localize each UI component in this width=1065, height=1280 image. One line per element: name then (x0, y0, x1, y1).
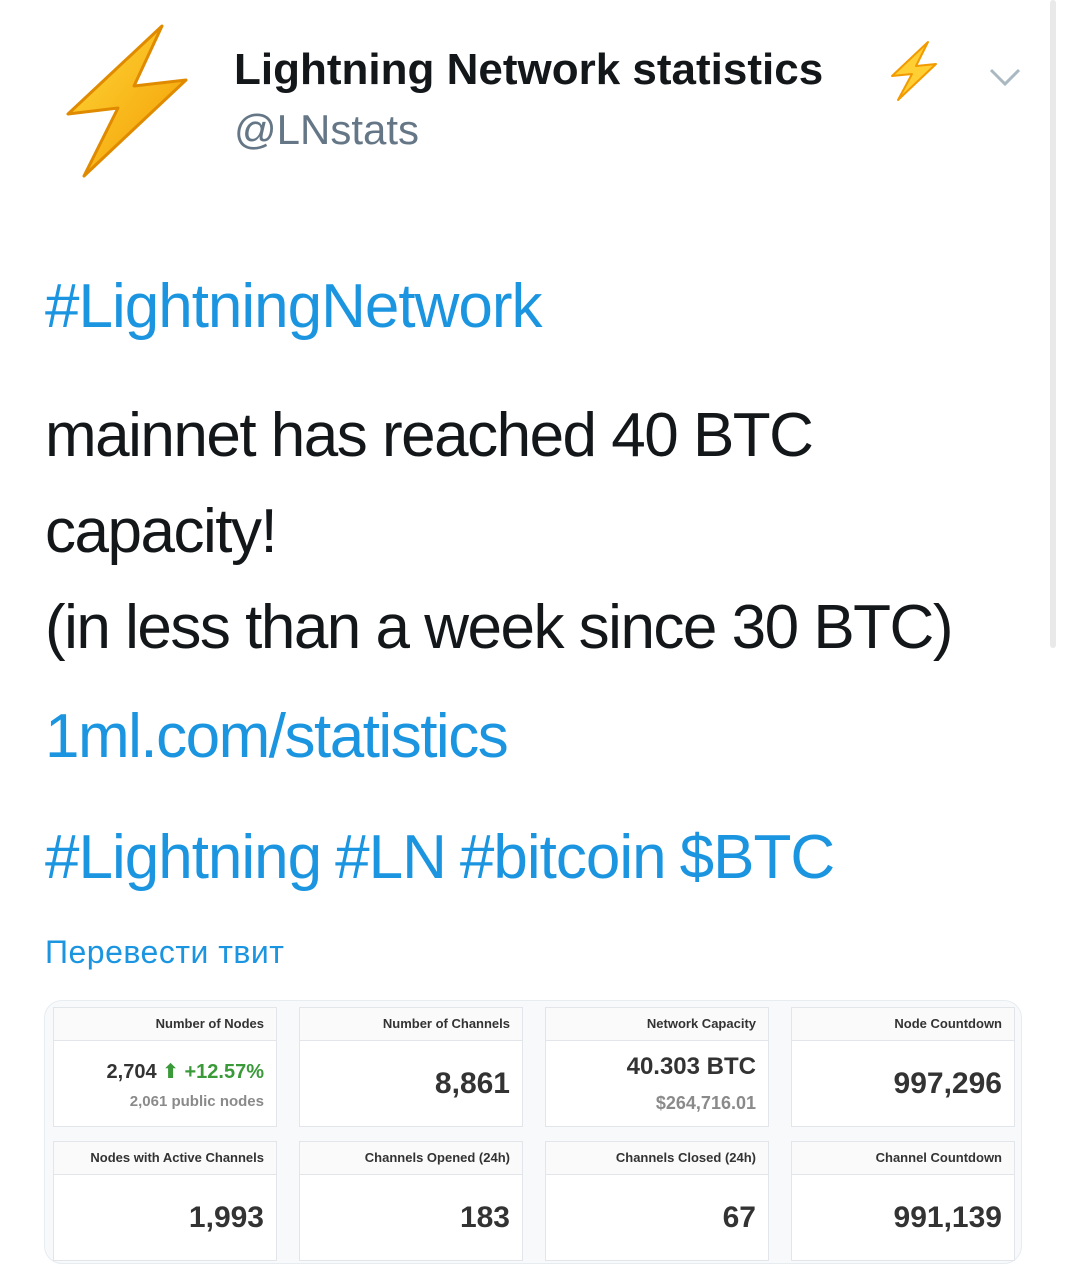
stat-value: 2,704 ⬆ +12.57% (107, 1059, 264, 1084)
stat-panel-channels: Number of Channels 8,861 (299, 1007, 523, 1127)
nodes-change: +12.57% (184, 1061, 264, 1083)
stat-value: 1,993 (188, 1201, 264, 1234)
stat-header: Network Capacity (546, 1008, 768, 1041)
stat-panel-node-countdown: Node Countdown 997,296 (791, 1007, 1015, 1127)
stat-header: Channel Countdown (792, 1142, 1014, 1175)
stat-header: Number of Nodes (54, 1008, 276, 1041)
stat-value: 997,296 (893, 1067, 1002, 1100)
stat-value: 67 (722, 1201, 756, 1234)
stat-panel-opened: Channels Opened (24h) 183 (299, 1141, 523, 1261)
stat-header: Number of Channels (300, 1008, 522, 1041)
stat-panel-active-nodes: Nodes with Active Channels 1,993 (53, 1141, 277, 1261)
scrollbar[interactable] (1050, 0, 1056, 648)
hashtag-lightningnetwork-link[interactable]: #LightningNetwork (45, 270, 543, 344)
hashtag-bitcoin-link[interactable]: #bitcoin (460, 823, 667, 892)
arrow-up-icon: ⬆ (162, 1061, 185, 1083)
hashtag-lightning-link[interactable]: #Lightning (45, 823, 322, 892)
stat-panel-channel-countdown: Channel Countdown 991,139 (791, 1141, 1015, 1261)
account-handle[interactable]: @LNstats (234, 104, 419, 156)
stat-header: Channels Opened (24h) (300, 1142, 522, 1175)
stat-value: 8,861 (434, 1067, 510, 1100)
cashtag-btc-link[interactable]: $BTC (680, 823, 835, 892)
stat-value: 183 (459, 1201, 510, 1234)
stat-subvalue: 2,061 public nodes (129, 1093, 264, 1110)
translate-tweet-link[interactable]: Перевести твит (45, 932, 284, 972)
tweet-body-line2: (in less than a week since 30 BTC) (45, 593, 953, 662)
hashtag-ln-link[interactable]: #LN (335, 823, 447, 892)
tweet-body: mainnet has reached 40 BTC capacity! (in… (45, 388, 1025, 676)
stat-subvalue: $264,716.01 (655, 1093, 756, 1113)
stat-panel-nodes: Number of Nodes 2,704 ⬆ +12.57% 2,061 pu… (53, 1007, 277, 1127)
chevron-down-icon[interactable] (985, 62, 1025, 92)
statistics-link[interactable]: 1ml.com/statistics (45, 700, 509, 774)
stats-image[interactable]: Number of Nodes 2,704 ⬆ +12.57% 2,061 pu… (44, 1000, 1022, 1264)
stat-panel-capacity: Network Capacity 40.303 BTC $264,716.01 (545, 1007, 769, 1127)
stat-header: Nodes with Active Channels (54, 1142, 276, 1175)
hashtag-list: #Lightning #LN #bitcoin $BTC (45, 820, 848, 896)
stat-header: Node Countdown (792, 1008, 1014, 1041)
display-name[interactable]: Lightning Network statistics (234, 42, 823, 98)
lightning-badge-icon (891, 41, 937, 101)
avatar-lightning-icon[interactable] (62, 22, 190, 180)
tweet-body-line1: mainnet has reached 40 BTC capacity! (45, 401, 814, 566)
stat-value: 40.303 BTC (626, 1053, 756, 1080)
nodes-count: 2,704 (106, 1061, 157, 1083)
stat-panel-closed: Channels Closed (24h) 67 (545, 1141, 769, 1261)
stat-header: Channels Closed (24h) (546, 1142, 768, 1175)
stat-value: 991,139 (893, 1201, 1002, 1234)
